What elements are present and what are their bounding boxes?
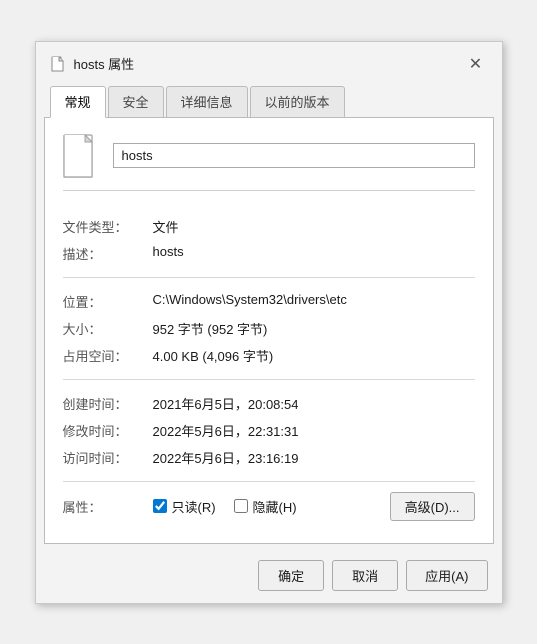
size-label: 大小： [63,319,153,338]
attr-controls: 只读(R) 隐藏(H) 高级(D)... [153,492,475,521]
dialog-icon [50,56,66,72]
title-bar: hosts 属性 ✕ [36,42,502,80]
bottom-buttons: 确定 取消 应用(A) [36,552,502,603]
tabs-bar: 常规 安全 详细信息 以前的版本 [36,80,502,117]
file-name-input[interactable] [113,143,475,168]
accessed-label: 访问时间： [63,448,153,467]
accessed-value: 2022年5月6日，23:16:19 [153,448,475,467]
attr-label: 属性： [63,497,153,516]
title-bar-left: hosts 属性 [50,54,135,73]
modified-label: 修改时间： [63,421,153,440]
row-created: 创建时间： 2021年6月5日，20:08:54 [63,390,475,417]
section-timestamps: 创建时间： 2021年6月5日，20:08:54 修改时间： 2022年5月6日… [63,380,475,482]
hidden-checkbox-group[interactable]: 隐藏(H) [234,497,297,516]
created-label: 创建时间： [63,394,153,413]
cancel-button[interactable]: 取消 [332,560,398,591]
readonly-checkbox[interactable] [153,499,167,513]
hidden-checkbox[interactable] [234,499,248,513]
type-value: 文件 [153,217,475,236]
disk-value: 4.00 KB (4,096 字节) [153,346,475,365]
file-type-icon [63,134,99,178]
row-location: 位置： C:\Windows\System32\drivers\etc [63,288,475,315]
apply-button[interactable]: 应用(A) [406,560,487,591]
type-label: 文件类型： [63,217,153,236]
dialog-window: hosts 属性 ✕ 常规 安全 详细信息 以前的版本 文件类型： [35,41,503,604]
location-value: C:\Windows\System32\drivers\etc [153,292,475,307]
desc-value: hosts [153,244,475,259]
modified-value: 2022年5月6日，22:31:31 [153,421,475,440]
disk-label: 占用空间： [63,346,153,365]
row-accessed: 访问时间： 2022年5月6日，23:16:19 [63,444,475,471]
size-value: 952 字节 (952 字节) [153,319,475,338]
tab-general[interactable]: 常规 [50,86,106,118]
hidden-label: 隐藏(H) [253,497,297,516]
created-value: 2021年6月5日，20:08:54 [153,394,475,413]
row-type: 文件类型： 文件 [63,213,475,240]
desc-label: 描述： [63,244,153,263]
file-header [63,134,475,191]
advanced-button[interactable]: 高级(D)... [390,492,475,521]
section-type-desc: 文件类型： 文件 描述： hosts [63,203,475,278]
tab-content-general: 文件类型： 文件 描述： hosts 位置： C:\Windows\System… [44,117,494,544]
row-size: 大小： 952 字节 (952 字节) [63,315,475,342]
close-button[interactable]: ✕ [464,52,488,76]
row-modified: 修改时间： 2022年5月6日，22:31:31 [63,417,475,444]
section-location-size: 位置： C:\Windows\System32\drivers\etc 大小： … [63,278,475,380]
location-label: 位置： [63,292,153,311]
tab-details[interactable]: 详细信息 [166,86,248,117]
attributes-row: 属性： 只读(R) 隐藏(H) 高级(D)... [63,482,475,527]
readonly-checkbox-group[interactable]: 只读(R) [153,497,216,516]
tab-previous-versions[interactable]: 以前的版本 [250,86,345,117]
readonly-label: 只读(R) [172,497,216,516]
row-disk: 占用空间： 4.00 KB (4,096 字节) [63,342,475,369]
dialog-title: hosts 属性 [74,54,135,73]
row-desc: 描述： hosts [63,240,475,267]
ok-button[interactable]: 确定 [258,560,324,591]
tab-security[interactable]: 安全 [108,86,164,117]
